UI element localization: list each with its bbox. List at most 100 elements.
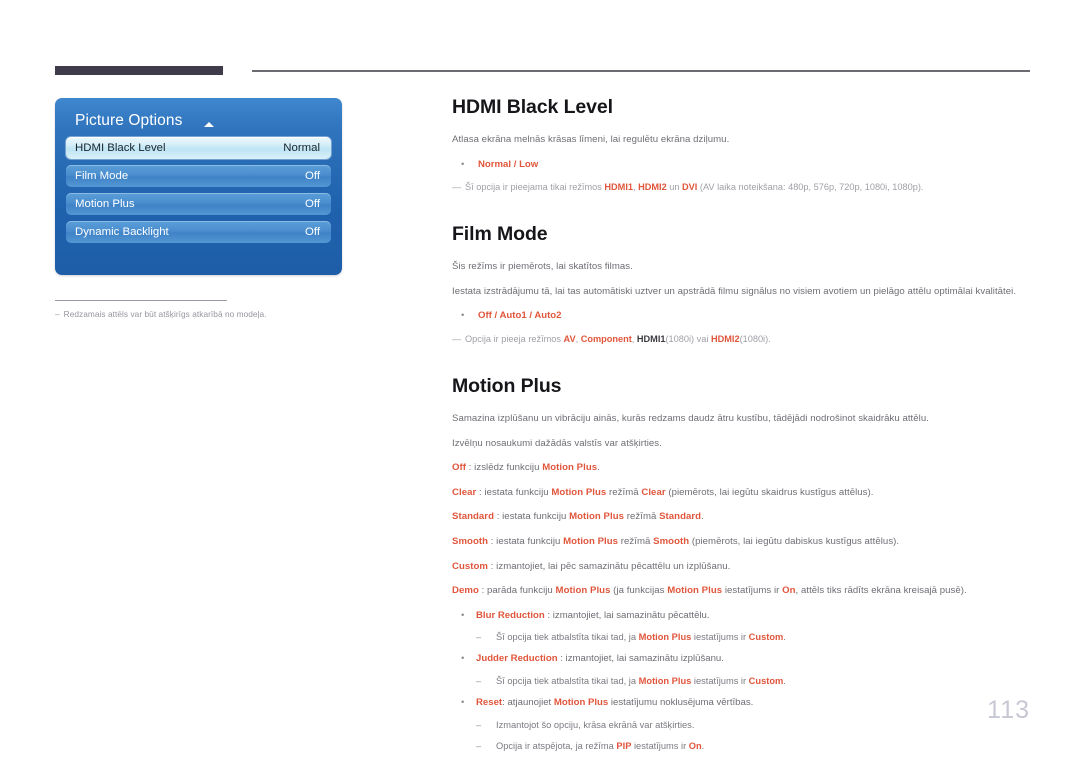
sub-item-desc: iestatījumu noklusējuma vērtības. [608,696,754,708]
dash-icon: – [476,719,482,730]
note-part: Šī opcija tiek atbalstīta tikai tad, ja [496,675,639,686]
bullet-icon: • [461,158,465,170]
note-keyword: HDMI2 [638,182,667,193]
osd-row-motion-plus[interactable]: Motion Plus Off [66,193,331,215]
bullet-icon: • [461,653,465,665]
mode-text: : parāda funkciju [478,585,556,597]
mode-key: Off [452,462,467,474]
sub-note: – Šī opcija tiek atbalstīta tikai tad, j… [452,630,1030,645]
note-keyword: Motion Plus [638,632,692,643]
note-text: Šī opcija ir pieejama tikai režīmos HDMI… [465,180,923,195]
note-keyword: On [688,740,702,751]
section-intro: Atlasa ekrāna melnās krāsas līmeni, lai … [452,134,730,145]
osd-menu-title: Picture Options [75,112,183,129]
note-part: Šī opcija ir pieejama tikai režīmos [465,182,605,193]
dash-icon: – [476,740,482,751]
sub-item-judder-reduction: • Judder Reduction : izmantojiet, lai sa… [452,651,1030,667]
note-keyword: PIP [616,740,632,751]
mode-keyword: Motion Plus [542,462,598,474]
sub-item-desc: : izmantojiet, lai samazinātu izplūšanu. [557,653,724,665]
sub-note-text: Šī opcija tiek atbalstīta tikai tad, ja … [496,674,786,689]
note-part: . [783,632,786,643]
mode-line-standard: Standard : iestata funkciju Motion Plus … [452,509,1030,525]
sub-note: – Opcija ir atspējota, ja režīma PIP ies… [452,739,1030,754]
mode-text: iestatījums ir [722,585,783,597]
note-part: (1080i). [739,333,771,344]
mode-text: : iestata funkciju [493,511,570,523]
note-part: iestatījums ir [691,675,749,686]
option-separator: / [511,158,520,170]
sub-item-key: Blur Reduction [476,609,545,621]
osd-footnote-rule [55,300,227,301]
mode-key: Clear [452,486,477,498]
sub-item-text: Reset: atjaunojiet Motion Plus iestatīju… [476,695,753,711]
osd-menu-header: Picture Options [66,108,331,134]
sub-note: – Izmantojot šo opciju, krāsa ekrānā var… [452,718,1030,733]
emdash-icon: — [452,182,462,193]
mode-line-clear: Clear : iestata funkciju Motion Plus rež… [452,485,1030,501]
osd-row-label: Film Mode [75,170,129,182]
section-motion-plus: Motion Plus Samazina izplūšanu un vibrāc… [452,375,1030,754]
note-part: vai [694,333,711,344]
mode-keyword: Smooth [653,535,690,547]
note-part: Šī opcija tiek atbalstīta tikai tad, ja [496,632,639,643]
manual-page: Picture Options HDMI Black Level Normal … [0,0,1080,763]
mode-keyword: Motion Plus [551,486,607,498]
option-value: Auto1 [499,310,527,322]
osd-footnote-text: Redzamais attēls var būt atšķirīgs atkar… [63,309,267,319]
mode-keyword: Clear [641,486,666,498]
mode-line-custom: Custom : izmantojiet, lai pēc samazinātu… [452,559,1030,575]
emdash-icon: — [452,333,462,344]
note-keyword: AV [563,333,576,344]
option-values: Normal / Low [478,157,538,173]
sub-item-key: Judder Reduction [476,653,558,665]
osd-row-hdmi-black-level[interactable]: HDMI Black Level Normal [66,137,331,159]
sub-item-key: Reset [476,696,503,708]
sub-item-blur-reduction: • Blur Reduction : izmantojiet, lai sama… [452,608,1030,624]
osd-row-dynamic-backlight[interactable]: Dynamic Backlight Off [66,221,331,243]
section-film-mode: Film Mode Šis režīms ir piemērots, lai s… [452,223,1030,347]
mode-text: (piemērots, lai iegūtu skaidrus kustīgus… [665,486,874,498]
option-value: Normal [478,158,512,170]
section-paragraph: Šis režīms ir piemērots, lai skatītos fi… [452,261,633,273]
section-paragraph: Iestata izstrādājumu tā, lai tas automāt… [452,285,1017,297]
mode-key: Demo [452,585,479,597]
osd-row-value: Normal [283,142,320,154]
osd-row-value: Off [305,170,320,182]
option-value: Low [519,158,539,170]
osd-row-film-mode[interactable]: Film Mode Off [66,165,331,187]
section-paragraph: Izvēlņu nosaukumi dažādās valstīs var at… [452,437,662,449]
mode-text: . [597,462,600,474]
section-note: — Opcija ir pieeja režīmos AV, Component… [452,332,1030,347]
section-hdmi-black-level: HDMI Black Level Atlasa ekrāna melnās kr… [452,96,1030,195]
sub-note: – Šī opcija tiek atbalstīta tikai tad, j… [452,674,1030,689]
mode-keyword: Motion Plus [667,585,723,597]
mode-keyword: Motion Plus [569,511,625,523]
osd-footnote-dash: – [55,309,60,319]
mode-text: režīmā [618,535,654,547]
mode-key: Smooth [452,535,489,547]
mode-line-smooth: Smooth : iestata funkciju Motion Plus re… [452,534,1030,550]
note-part: iestatījums ir [631,740,689,751]
note-part: iestatījums ir [691,632,749,643]
note-keyword: HDMI2 [710,333,740,344]
osd-footnote: – Redzamais attēls var būt atšķirīgs atka… [55,309,355,319]
header-rule-thick [55,66,223,75]
mode-text: (piemērots, lai iegūtu dabiskus kustīgus… [689,535,900,547]
mode-keyword: Standard [659,511,702,523]
mode-keyword: Motion Plus [555,585,611,597]
mode-text: : iestata funkciju [488,535,564,547]
content-column: HDMI Black Level Atlasa ekrāna melnās kr… [452,96,1030,760]
option-values: Off / Auto1 / Auto2 [478,308,562,324]
option-list: • Off / Auto1 / Auto2 [452,308,1030,324]
section-heading: Motion Plus [452,374,562,397]
note-part: . [701,740,705,751]
note-part: Opcija ir pieeja režīmos [465,333,564,344]
section-paragraph: Samazina izplūšanu un vibrāciju ainās, k… [452,412,929,424]
note-keyword: Component [580,333,632,344]
mode-text: režīmā [624,511,660,523]
sub-item-keyword: Motion Plus [553,696,609,708]
section-heading: Film Mode [452,223,548,246]
mode-text: režīmā [606,486,642,498]
note-keyword: HDMI1 [636,333,666,344]
